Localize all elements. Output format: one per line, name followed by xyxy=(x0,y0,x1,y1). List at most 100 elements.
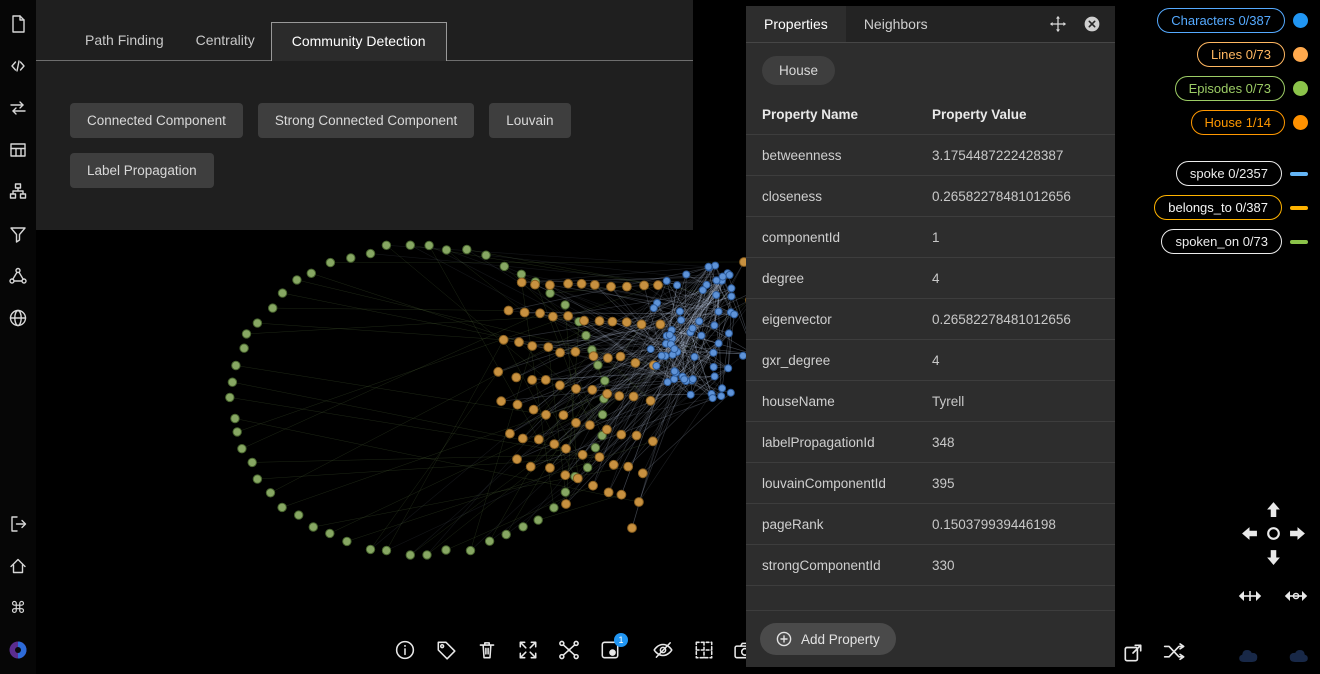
cloud-icon[interactable] xyxy=(1283,645,1310,665)
property-row[interactable]: closeness0.26582278481012656 xyxy=(746,176,1115,217)
tab-community-detection[interactable]: Community Detection xyxy=(271,22,447,61)
algorithm-button-label-propagation[interactable]: Label Propagation xyxy=(70,153,214,188)
move-panel-icon[interactable] xyxy=(1049,15,1067,33)
graphxr-logo[interactable] xyxy=(8,640,28,660)
property-table-body: betweenness3.1754487222428387closeness0.… xyxy=(746,135,1115,586)
camera-down-button[interactable] xyxy=(1261,545,1285,569)
close-panel-icon[interactable] xyxy=(1083,15,1101,33)
algorithms-panel: Path FindingCentralityCommunity Detectio… xyxy=(36,0,693,230)
legend-node-color-swatch[interactable] xyxy=(1293,115,1308,130)
property-row[interactable]: componentId1 xyxy=(746,217,1115,258)
canvas-toolbar: 1 xyxy=(394,639,756,661)
snapshot-icon[interactable]: 1 xyxy=(599,639,621,661)
cloud-icon[interactable] xyxy=(1237,645,1264,665)
swap-arrows-icon[interactable] xyxy=(8,98,28,118)
table-icon[interactable] xyxy=(8,140,28,160)
snapshot-count-badge: 1 xyxy=(614,633,628,647)
hierarchy-icon[interactable] xyxy=(8,182,28,202)
properties-panel-footer: Add Property xyxy=(746,610,1115,667)
legend-relationship-pill[interactable]: spoken_on 0/73 xyxy=(1161,229,1282,254)
legend-node-color-swatch[interactable] xyxy=(1293,81,1308,96)
camera-left-button[interactable] xyxy=(1237,521,1261,545)
algorithm-button-louvain[interactable]: Louvain xyxy=(489,103,570,138)
legend-row: Episodes 0/73 xyxy=(1175,76,1308,101)
property-row[interactable]: pageRank0.150379939446198 xyxy=(746,504,1115,545)
property-name: betweenness xyxy=(762,148,932,163)
legend-relationship-pill[interactable]: belongs_to 0/387 xyxy=(1154,195,1282,220)
rotate-horizontal-icon[interactable] xyxy=(1284,588,1308,604)
property-row[interactable]: louvainComponentId395 xyxy=(746,463,1115,504)
property-row[interactable]: eigenvector0.26582278481012656 xyxy=(746,299,1115,340)
properties-tab-properties[interactable]: Properties xyxy=(746,6,846,42)
property-name: pageRank xyxy=(762,517,932,532)
logout-icon[interactable] xyxy=(8,514,28,534)
legend-row: House 1/14 xyxy=(1191,110,1309,135)
legend-row: Lines 0/73 xyxy=(1197,42,1308,67)
svg-text:⌘: ⌘ xyxy=(10,600,26,617)
home-icon[interactable] xyxy=(8,556,28,576)
legend-edge-color-swatch[interactable] xyxy=(1290,172,1308,176)
add-property-button[interactable]: Add Property xyxy=(760,623,896,655)
camera-right-button[interactable] xyxy=(1285,521,1309,545)
shuffle-icon[interactable] xyxy=(1163,642,1185,664)
legend-category-pill[interactable]: Lines 0/73 xyxy=(1197,42,1285,67)
property-value: 0.26582278481012656 xyxy=(932,189,1099,204)
property-row[interactable]: gxr_degree4 xyxy=(746,340,1115,381)
property-row[interactable]: labelPropagationId348 xyxy=(746,422,1115,463)
property-name: degree xyxy=(762,271,932,286)
export-frame-icon[interactable] xyxy=(1122,642,1144,664)
property-name: gxr_degree xyxy=(762,353,932,368)
algorithm-button-connected-component[interactable]: Connected Component xyxy=(70,103,243,138)
filter-icon[interactable] xyxy=(8,224,28,244)
property-name: houseName xyxy=(762,394,932,409)
properties-panel: PropertiesNeighbors House Property Name … xyxy=(746,6,1115,667)
legend-node-color-swatch[interactable] xyxy=(1293,47,1308,62)
legend-row: spoke 0/2357 xyxy=(1176,161,1308,186)
property-value: 0.150379939446198 xyxy=(932,517,1099,532)
trash-icon[interactable] xyxy=(476,639,498,661)
camera-up-button[interactable] xyxy=(1261,497,1285,521)
property-table-header: Property Name Property Value xyxy=(746,94,1115,135)
pan-horizontal-icon[interactable] xyxy=(1238,588,1262,604)
property-row[interactable]: strongComponentId330 xyxy=(746,545,1115,586)
globe-icon[interactable] xyxy=(8,308,28,328)
property-value: 0.26582278481012656 xyxy=(932,312,1099,327)
legend-edge-color-swatch[interactable] xyxy=(1290,240,1308,244)
property-value: 330 xyxy=(932,558,1099,573)
command-icon[interactable]: ⌘ xyxy=(8,598,28,618)
legend-category-pill[interactable]: Characters 0/387 xyxy=(1157,8,1285,33)
file-icon[interactable] xyxy=(8,14,28,34)
eye-off-icon[interactable] xyxy=(652,639,674,661)
algorithm-button-strong-connected-component[interactable]: Strong Connected Component xyxy=(258,103,474,138)
properties-tab-neighbors[interactable]: Neighbors xyxy=(846,6,946,42)
property-row[interactable]: degree4 xyxy=(746,258,1115,299)
expand-icon[interactable] xyxy=(517,639,539,661)
cluster-icon[interactable] xyxy=(8,266,28,286)
legend-edge-color-swatch[interactable] xyxy=(1290,206,1308,210)
tag-icon[interactable] xyxy=(435,639,457,661)
legend-category-pill[interactable]: Episodes 0/73 xyxy=(1175,76,1285,101)
tab-centrality[interactable]: Centrality xyxy=(180,22,271,60)
property-name-column-header: Property Name xyxy=(762,107,932,122)
legend-node-color-swatch[interactable] xyxy=(1293,13,1308,28)
property-name: closeness xyxy=(762,189,932,204)
property-row[interactable]: betweenness3.1754487222428387 xyxy=(746,135,1115,176)
property-value: 4 xyxy=(932,353,1099,368)
legend-relationship-pill[interactable]: spoke 0/2357 xyxy=(1176,161,1282,186)
code-icon[interactable] xyxy=(8,56,28,76)
algorithm-buttons: Connected Component Strong Connected Comp… xyxy=(36,61,681,188)
legend-row: spoken_on 0/73 xyxy=(1161,229,1308,254)
property-value-column-header: Property Value xyxy=(932,107,1027,122)
tab-path-finding[interactable]: Path Finding xyxy=(69,22,180,60)
property-row[interactable]: houseNameTyrell xyxy=(746,381,1115,422)
grid-icon[interactable] xyxy=(693,639,715,661)
category-chip[interactable]: House xyxy=(762,56,835,85)
property-value: 3.1754487222428387 xyxy=(932,148,1099,163)
camera-center-button[interactable] xyxy=(1261,521,1285,545)
info-icon[interactable] xyxy=(394,639,416,661)
camera-dpad xyxy=(1237,497,1309,569)
properties-tab-bar: PropertiesNeighbors xyxy=(746,6,946,42)
property-name: eigenvector xyxy=(762,312,932,327)
legend-category-pill[interactable]: House 1/14 xyxy=(1191,110,1286,135)
expand-cluster-icon[interactable] xyxy=(558,639,580,661)
